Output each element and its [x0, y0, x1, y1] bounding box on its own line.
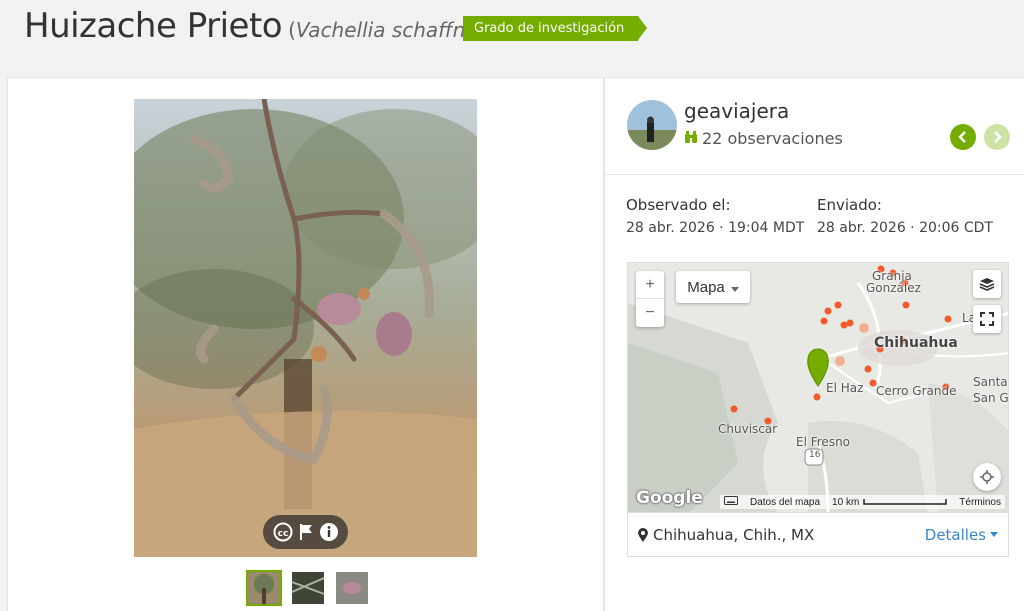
map-data-link[interactable]: Datos del mapa	[750, 497, 820, 508]
submitted-date: 28 abr. 2026 · 20:06 CDT	[817, 220, 993, 236]
observed-date: 28 abr. 2026 · 19:04 MDT	[626, 220, 805, 236]
layers-button[interactable]	[973, 270, 1001, 298]
observation-photo[interactable]	[134, 99, 477, 557]
map-type-label: Mapa	[687, 278, 725, 296]
map-scale[interactable]: 10 km	[832, 497, 948, 508]
chevron-left-icon	[958, 131, 966, 143]
zoom-out-button[interactable]: −	[636, 299, 664, 327]
map-label-santa: Santa	[973, 375, 1008, 389]
map-label-el-haz-text: El Haz	[826, 381, 864, 395]
terms-link[interactable]: Términos	[959, 497, 1001, 508]
creative-commons-icon[interactable]: cc	[273, 522, 293, 542]
observation-map[interactable]: Granja González Chihuahua El Haz Cerro G…	[627, 262, 1009, 513]
map-type-select[interactable]: Mapa	[676, 271, 750, 303]
map-label-cerro-grande: Cerro Grande	[876, 384, 957, 398]
observation-title: Huizache Prieto (Vachellia schaffneri)	[24, 6, 499, 50]
user-avatar[interactable]	[627, 100, 677, 150]
map-attribution: Datos del mapa 10 km Términos	[628, 494, 1008, 512]
previous-observation-button[interactable]	[950, 124, 976, 150]
caret-down-icon	[730, 279, 739, 296]
info-icon[interactable]	[319, 522, 339, 542]
keyboard-icon[interactable]	[724, 496, 738, 508]
submitted-label: Enviado:	[817, 196, 882, 214]
fullscreen-button[interactable]	[973, 305, 1001, 333]
map-label-chihuahua: Chihuahua	[874, 335, 958, 351]
location-row: Chihuahua, Chih., MX Detalles	[627, 513, 1009, 557]
observation-count[interactable]: 22 observaciones	[684, 129, 843, 148]
map-label-san-g: San G	[973, 391, 1009, 405]
flag-icon[interactable]	[296, 522, 316, 542]
map-label-el-fresno: El Fresno	[796, 435, 851, 449]
binoculars-icon	[684, 129, 698, 148]
layers-icon	[979, 278, 995, 291]
zoom-in-button[interactable]: +	[636, 271, 664, 299]
caret-down-icon	[990, 532, 998, 537]
photo-controls: cc	[263, 515, 348, 549]
username[interactable]: geaviajera	[684, 99, 789, 123]
observation-count-label: 22 observaciones	[702, 129, 843, 148]
location-text: Chihuahua, Chih., MX	[653, 525, 815, 544]
common-name: Huizache Prieto	[24, 6, 283, 46]
crosshair-icon	[980, 470, 994, 484]
fullscreen-icon	[980, 312, 994, 326]
observed-label: Observado el:	[626, 196, 731, 214]
thumbnail-2[interactable]	[290, 570, 326, 606]
map-label-chuviscar: Chuviscar	[718, 422, 778, 436]
map-label-gonzalez: González	[866, 281, 921, 295]
photo-thumbnails	[246, 570, 370, 606]
chevron-right-icon	[994, 131, 1002, 143]
next-observation-button[interactable]	[984, 124, 1010, 150]
svg-text:cc: cc	[277, 529, 288, 539]
thumbnail-3[interactable]	[334, 570, 370, 606]
details-dropdown[interactable]: Detalles	[925, 526, 998, 544]
map-zoom-controls: + −	[636, 271, 664, 327]
thumbnail-1[interactable]	[246, 570, 282, 606]
quality-grade-badge: Grado de investigación	[463, 16, 648, 41]
highway-shield-16-south: 16	[809, 450, 821, 460]
map-pin-icon	[638, 527, 648, 542]
divider	[605, 174, 1024, 175]
recenter-button[interactable]	[973, 463, 1001, 491]
